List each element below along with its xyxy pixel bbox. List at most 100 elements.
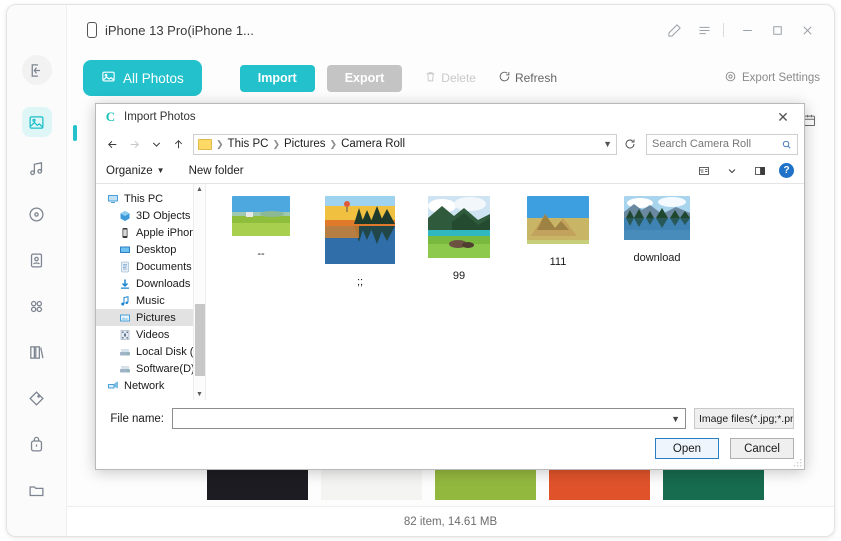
file-thumbnail <box>527 196 589 247</box>
dialog-navigation-row: ❯ This PC ❯ Pictures ❯ Camera Roll ▼ Sea… <box>96 130 804 158</box>
tree-item-desktop[interactable]: Desktop <box>96 241 205 258</box>
resize-grip-icon[interactable] <box>794 459 802 467</box>
new-folder-button[interactable]: New folder <box>189 165 244 177</box>
nav-recent-chevron-down-icon[interactable] <box>146 134 166 154</box>
help-icon[interactable]: ? <box>779 163 794 178</box>
tree-item-label: Documents <box>136 261 192 273</box>
address-refresh-icon[interactable] <box>619 134 641 155</box>
file-label: -- <box>257 248 264 260</box>
preview-pane-icon[interactable] <box>751 163 769 179</box>
documents-icon <box>118 261 131 273</box>
trash-icon <box>424 70 437 86</box>
tree-item-pictures[interactable]: Pictures <box>96 309 205 326</box>
file-type-select[interactable]: Image files(*.jpg;*.png;*.gif;*.m ▼ <box>694 408 794 429</box>
folder-icon[interactable] <box>22 475 52 505</box>
import-photos-dialog: C Import Photos ✕ ❯ This PC ❯ Picture <box>95 103 805 470</box>
export-button[interactable]: Export <box>327 65 403 92</box>
tree-item-network[interactable]: Network <box>96 377 205 394</box>
file-name-chevron-down-icon[interactable]: ▼ <box>671 414 680 424</box>
photos-thumb-icon <box>101 69 116 87</box>
view-chevron-down-icon[interactable] <box>723 163 741 179</box>
contacts-icon[interactable] <box>22 245 52 275</box>
videos-icon <box>118 329 131 341</box>
tree-scrollbar[interactable]: ▲ ▼ <box>193 184 205 400</box>
dialog-title: Import Photos <box>124 111 196 123</box>
gear-icon <box>724 70 737 86</box>
phone-icon <box>87 22 97 38</box>
tree-item-3d-objects[interactable]: 3D Objects <box>96 207 205 224</box>
apps-icon[interactable] <box>22 291 52 321</box>
nav-up-icon[interactable] <box>168 134 188 154</box>
refresh-label: Refresh <box>515 71 557 85</box>
tree-item-label: Videos <box>136 329 169 341</box>
file-thumbnail <box>232 196 290 239</box>
search-input[interactable]: Search Camera Roll <box>646 134 798 155</box>
cancel-button[interactable]: Cancel <box>730 438 794 459</box>
chevron-down-icon: ▼ <box>157 166 165 175</box>
file-item[interactable]: download <box>616 196 698 264</box>
scrollbar-thumb[interactable] <box>195 304 205 376</box>
tree-item-downloads[interactable]: Downloads <box>96 275 205 292</box>
status-text: 82 item, 14.61 MB <box>404 516 497 528</box>
minimize-icon[interactable] <box>734 17 760 43</box>
file-item[interactable]: -- <box>220 196 302 260</box>
file-item[interactable]: ;; <box>319 196 401 288</box>
file-name-input[interactable]: ▼ <box>172 408 686 429</box>
video-icon[interactable] <box>22 199 52 229</box>
tree-item-local-disk-c[interactable]: Local Disk (C:) <box>96 343 205 360</box>
all-photos-tab[interactable]: All Photos <box>83 60 202 96</box>
file-item[interactable]: 111 <box>517 196 599 268</box>
file-thumbnail <box>428 196 490 261</box>
breadcrumb-separator: ❯ <box>329 139 339 150</box>
file-label: download <box>633 252 680 264</box>
tree-item-label: Apple iPhone <box>136 227 201 239</box>
breadcrumb-pictures[interactable]: Pictures <box>284 138 326 150</box>
delete-button[interactable]: Delete <box>424 70 476 86</box>
tree-item-software-d-d[interactable]: Software(D) (D:) <box>96 360 205 377</box>
nav-forward-icon[interactable] <box>124 134 144 154</box>
music-icon[interactable] <box>22 153 52 183</box>
file-item[interactable]: 99 <box>418 196 500 282</box>
open-button[interactable]: Open <box>655 438 719 459</box>
status-bar: 82 item, 14.61 MB <box>67 506 834 536</box>
view-options-icon[interactable] <box>695 163 713 179</box>
menu-icon[interactable] <box>691 17 717 43</box>
tree-item-this-pc[interactable]: This PC <box>96 190 205 207</box>
breadcrumb-this-pc[interactable]: This PC <box>228 138 269 150</box>
pc-icon <box>106 193 119 205</box>
desktop-icon <box>118 244 131 256</box>
tree-item-documents[interactable]: Documents <box>96 258 205 275</box>
back-icon[interactable] <box>22 55 52 85</box>
photos-icon[interactable] <box>22 107 52 137</box>
disk-icon <box>118 346 131 358</box>
tag-icon[interactable] <box>22 383 52 413</box>
close-icon[interactable] <box>794 17 820 43</box>
nav-back-icon[interactable] <box>102 134 122 154</box>
sidebar-collapse-handle[interactable] <box>73 125 77 141</box>
import-button[interactable]: Import <box>240 65 315 92</box>
refresh-icon <box>498 70 511 86</box>
tree-item-music[interactable]: Music <box>96 292 205 309</box>
scroll-up-icon[interactable]: ▲ <box>196 184 203 195</box>
tree-item-label: Desktop <box>136 244 176 256</box>
application-window: iPhone 13 Pro(iPhone 1... All Photos Imp… <box>6 4 835 537</box>
breadcrumb-camera-roll[interactable]: Camera Roll <box>341 138 405 150</box>
tree-item-videos[interactable]: Videos <box>96 326 205 343</box>
export-settings-button[interactable]: Export Settings <box>724 70 820 86</box>
edit-pencil-icon[interactable] <box>661 17 687 43</box>
search-icon <box>781 139 792 150</box>
delete-label: Delete <box>441 71 476 85</box>
refresh-button[interactable]: Refresh <box>498 70 557 86</box>
tree-item-apple-iphone[interactable]: Apple iPhone <box>96 224 205 241</box>
address-chevron-down-icon[interactable]: ▼ <box>603 139 612 149</box>
safe-icon[interactable] <box>22 429 52 459</box>
address-bar[interactable]: ❯ This PC ❯ Pictures ❯ Camera Roll ▼ <box>193 134 617 155</box>
scroll-down-icon[interactable]: ▼ <box>196 389 203 400</box>
dialog-close-icon[interactable]: ✕ <box>770 107 796 127</box>
maximize-icon[interactable] <box>764 17 790 43</box>
organize-menu[interactable]: Organize ▼ <box>106 165 165 177</box>
titlebar-divider <box>723 23 724 37</box>
tree-item-label: This PC <box>124 193 163 205</box>
file-type-value: Image files(*.jpg;*.png;*.gif;*.m <box>699 413 794 425</box>
books-icon[interactable] <box>22 337 52 367</box>
